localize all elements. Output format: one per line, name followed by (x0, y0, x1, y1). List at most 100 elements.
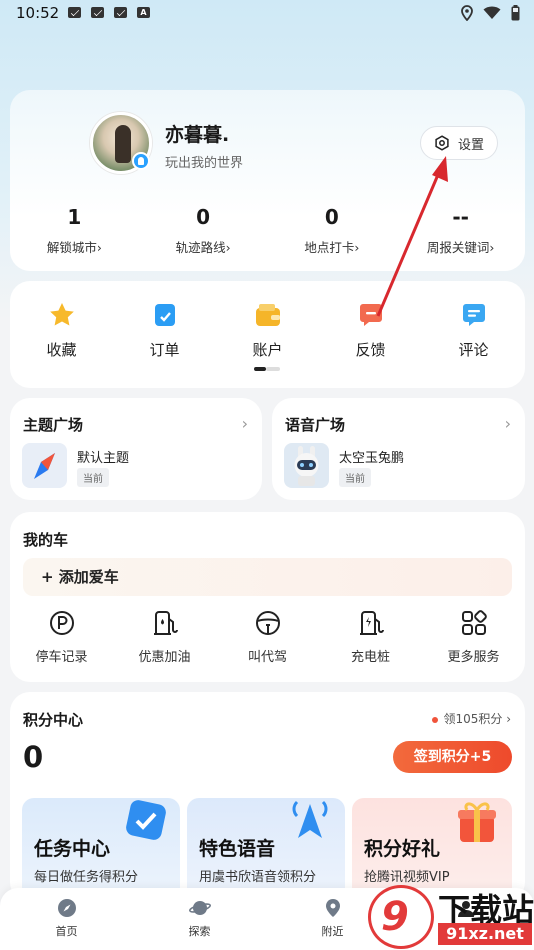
grid-icon (461, 610, 487, 635)
service-fuel-discount[interactable]: 优惠加油 (113, 610, 216, 665)
feedback-icon (359, 304, 382, 326)
parking-icon (49, 611, 74, 635)
tile-title: 任务中心 (34, 838, 111, 860)
stat-label: 轨迹路线› (175, 240, 231, 255)
nav-home[interactable]: 首页 (0, 888, 133, 950)
chevron-right-icon: › (504, 414, 511, 433)
voice-square-card[interactable]: 语音广场 › 太空玉兔鹏 当前 (272, 398, 525, 500)
watermark-url: 91xz.net (438, 923, 532, 945)
stat-value: 1 (67, 205, 82, 229)
star-icon (49, 303, 74, 326)
astronaut-rabbit-icon (294, 446, 319, 486)
stat-value: -- (452, 205, 469, 229)
add-car-button[interactable]: + 添加爱车 (23, 558, 512, 596)
stat-label: 周报关键词› (426, 240, 495, 255)
service-designated-driver[interactable]: 叫代驾 (216, 610, 319, 665)
stat-label: 地点打卡› (304, 240, 360, 255)
gear-icon (435, 135, 449, 151)
stat-checkins[interactable]: 0 地点打卡› (268, 205, 397, 256)
wifi-icon (483, 6, 501, 19)
service-charging-station[interactable]: 充电桩 (319, 610, 422, 665)
order-icon (154, 304, 175, 326)
profile-card: 亦暮暮. 玩出我的世界 设置 1 解锁城市› 0 轨迹路线› 0 地点打卡› -… (10, 90, 525, 271)
status-bar: 10:52 A (0, 0, 534, 28)
service-label: 优惠加油 (138, 650, 191, 665)
nav-label: 首页 (55, 925, 78, 938)
home-icon (57, 899, 76, 917)
service-more[interactable]: 更多服务 (422, 610, 525, 665)
profile-stats: 1 解锁城市› 0 轨迹路线› 0 地点打卡› -- 周报关键词› (10, 205, 525, 256)
fuel-icon (153, 611, 178, 635)
verified-badge-icon (132, 152, 150, 170)
theme-name: 默认主题 (77, 451, 130, 466)
navigation-arrow-icon (292, 800, 328, 838)
comment-icon (462, 304, 485, 326)
get-points-link[interactable]: 领105积分 › (432, 710, 511, 727)
menu-label: 反馈 (355, 341, 386, 359)
tile-subtitle: 用虞书欣语音领积分 (199, 870, 317, 885)
menu-label: 订单 (149, 341, 180, 359)
featured-voice-tile[interactable]: 特色语音 用虞书欣语音领积分 (187, 798, 345, 902)
location-icon (461, 5, 473, 21)
stat-weekly-keywords[interactable]: -- 周报关键词› (396, 205, 525, 256)
service-label: 充电桩 (350, 650, 390, 665)
watermark-logo: 9 (368, 885, 434, 949)
battery-icon (511, 5, 520, 21)
current-tag: 当前 (77, 468, 109, 487)
voice-name: 太空玉兔鹏 (339, 451, 405, 466)
points-center-card: 积分中心 领105积分 › 0 签到积分+5 任务中心 每日做任务得积分 特色语… (10, 692, 525, 902)
service-label: 更多服务 (447, 650, 500, 665)
menu-item-comments[interactable]: 评论 (422, 301, 525, 360)
menu-item-favorites[interactable]: 收藏 (10, 301, 113, 360)
voice-square-title: 语音广场 (285, 416, 346, 434)
mail-icon (91, 7, 104, 18)
menu-label: 评论 (458, 341, 489, 359)
system-icons (461, 5, 520, 21)
points-value: 0 (23, 740, 44, 774)
signin-points-button[interactable]: 签到积分+5 (393, 741, 512, 773)
wallet-icon (255, 304, 280, 326)
chevron-right-icon: › (241, 414, 248, 433)
red-dot-icon (432, 716, 439, 723)
menu-item-account[interactable]: 账户 (216, 301, 319, 360)
menu-item-orders[interactable]: 订单 (113, 301, 216, 360)
menu-pager (254, 367, 280, 371)
planet-icon (188, 901, 211, 915)
checkmark-badge-icon (126, 800, 166, 840)
theme-square-title: 主题广场 (23, 416, 84, 434)
tile-subtitle: 每日做任务得积分 (34, 870, 139, 885)
tile-title: 特色语音 (199, 838, 276, 860)
theme-square-card[interactable]: 主题广场 › 默认主题 当前 (10, 398, 262, 500)
menu-item-feedback[interactable]: 反馈 (319, 301, 422, 360)
my-car-title: 我的车 (23, 531, 69, 549)
compass-icon (34, 453, 55, 479)
gift-box-icon (458, 802, 496, 842)
charging-icon (359, 611, 384, 635)
settings-label: 设置 (457, 137, 484, 153)
current-tag: 当前 (339, 468, 371, 487)
stat-value: 0 (324, 205, 339, 229)
status-time: 10:52 (16, 4, 60, 22)
username: 亦暮暮. (165, 124, 230, 146)
menu-label: 账户 (252, 341, 283, 359)
steering-wheel-icon (255, 611, 280, 635)
stat-value: 0 (196, 205, 211, 229)
menu-label: 收藏 (46, 341, 77, 359)
profile-tagline: 玩出我的世界 (165, 156, 244, 171)
stat-unlocked-cities[interactable]: 1 解锁城市› (10, 205, 139, 256)
pin-icon (325, 899, 340, 917)
a-icon: A (137, 7, 150, 18)
stat-routes[interactable]: 0 轨迹路线› (139, 205, 268, 256)
notification-icons: A (68, 7, 150, 18)
site-watermark: 9 下载站 91xz.net (368, 883, 534, 950)
nav-explore[interactable]: 探索 (133, 888, 266, 950)
service-label: 停车记录 (35, 650, 88, 665)
nav-label: 探索 (188, 925, 211, 938)
service-parking-record[interactable]: 停车记录 (10, 610, 113, 665)
settings-button[interactable]: 设置 (420, 126, 498, 160)
mail-icon (68, 7, 81, 18)
task-center-tile[interactable]: 任务中心 每日做任务得积分 (22, 798, 180, 902)
nav-label: 附近 (321, 925, 344, 938)
get-points-label: 领105积分 (443, 712, 503, 726)
theme-thumbnail (22, 443, 67, 488)
